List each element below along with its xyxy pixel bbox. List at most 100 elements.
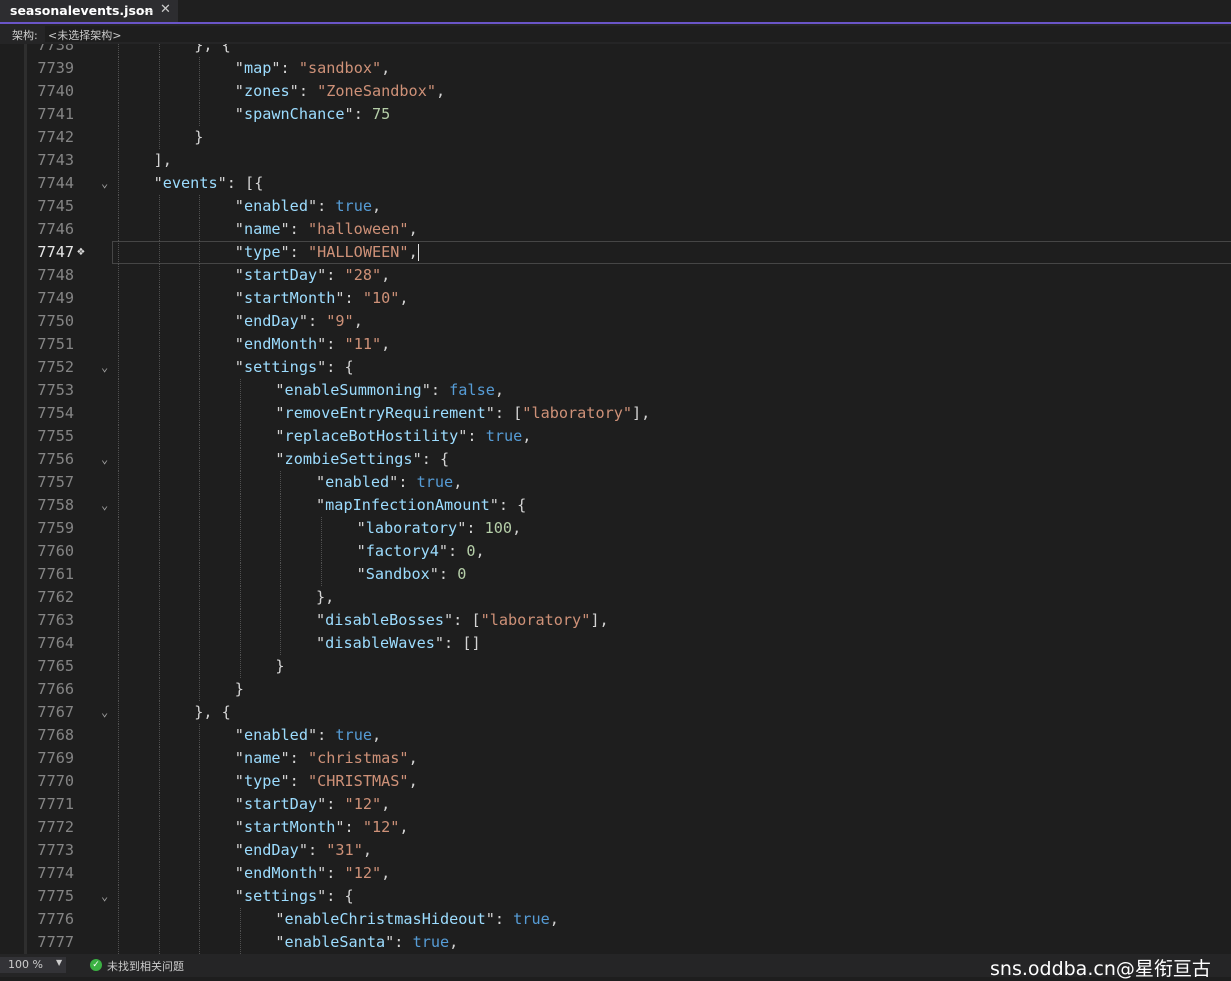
code-line[interactable]: 7775 ⌄ "settings": {	[0, 885, 1231, 908]
code-token: "	[234, 220, 244, 238]
code-line[interactable]: 7746 "name": "halloween",	[0, 218, 1231, 241]
line-number: 7751	[37, 335, 74, 353]
code-line[interactable]: 7756 ⌄ "zombieSettings": {	[0, 448, 1231, 471]
code-token: "laboratory"	[522, 404, 633, 422]
code-text: "spawnChance": 75	[235, 103, 390, 126]
code-line[interactable]: 7752 ⌄ "settings": {	[0, 356, 1231, 379]
code-token: "	[275, 381, 285, 399]
code-line[interactable]: 7766}	[0, 678, 1231, 701]
code-editor[interactable]: 7738}, {7739 "map": "sandbox", 7740 "zones"…	[0, 44, 1231, 954]
line-number: 7744	[37, 174, 74, 192]
check-circle-icon[interactable]: ✓	[90, 959, 102, 971]
pin-icon[interactable]: ⊸	[144, 5, 153, 18]
code-token: ":	[280, 243, 308, 261]
code-line[interactable]: 7771 "startDay": "12",	[0, 793, 1231, 816]
code-token: }	[234, 680, 244, 698]
fold-chevron-icon[interactable]: ⌄	[101, 701, 108, 724]
line-number: 7754	[37, 404, 74, 422]
code-token: true	[412, 933, 450, 951]
code-line[interactable]: 7739 "map": "sandbox",	[0, 57, 1231, 80]
code-token: "	[234, 726, 244, 744]
lightbulb-icon[interactable]: ❖	[77, 240, 85, 263]
code-line[interactable]: 7769 "name": "christmas",	[0, 747, 1231, 770]
code-token: "	[234, 818, 244, 836]
code-token: "	[275, 404, 285, 422]
indent-guide	[199, 333, 201, 356]
code-line[interactable]: 7758 ⌄ "mapInfectionAmount": {	[0, 494, 1231, 517]
code-text: "startDay": "28",	[235, 264, 390, 287]
fold-chevron-icon[interactable]: ⌄	[101, 356, 108, 379]
code-line[interactable]: 7750 "endDay": "9",	[0, 310, 1231, 333]
code-line[interactable]: 7762},	[0, 586, 1231, 609]
indent-guide	[199, 471, 201, 494]
line-number: 7763	[37, 611, 74, 629]
code-token: ,	[512, 519, 522, 537]
code-line[interactable]: 7740 "zones": "ZoneSandbox",	[0, 80, 1231, 103]
code-line[interactable]: 7757 "enabled": true,	[0, 471, 1231, 494]
code-token: ],	[590, 611, 609, 629]
code-line[interactable]: 7744 ⌄ "events": [{	[0, 172, 1231, 195]
code-line[interactable]: 7765}	[0, 655, 1231, 678]
indent-guide	[118, 586, 119, 609]
code-line[interactable]: 7770 "type": "CHRISTMAS",	[0, 770, 1231, 793]
fold-chevron-icon[interactable]: ⌄	[101, 172, 108, 195]
code-token: ,	[549, 910, 559, 928]
indent-guide	[158, 402, 160, 425]
code-line[interactable]: 7741 "spawnChance": 75	[0, 103, 1231, 126]
line-number: 7741	[37, 105, 74, 123]
code-line[interactable]: 7751 "endMonth": "11",	[0, 333, 1231, 356]
code-token: "laboratory"	[480, 611, 591, 629]
code-line[interactable]: 7748 "startDay": "28",	[0, 264, 1231, 287]
current-code-line[interactable]: 7747 ❖ "type": "HALLOWEEN",	[0, 241, 1231, 264]
line-number: 7773	[37, 841, 74, 859]
code-line[interactable]: 7764 "disableWaves": []	[0, 632, 1231, 655]
indent-guide	[118, 195, 119, 218]
indent-guide	[158, 287, 160, 310]
tab-seasonalevents-json[interactable]: seasonalevents.json ⊸ ✕	[0, 0, 178, 22]
code-token: ,	[408, 220, 418, 238]
code-text: "name": "christmas",	[235, 747, 418, 770]
schema-value: <未选择架构>	[48, 29, 122, 42]
code-line[interactable]: 7743],	[0, 149, 1231, 172]
line-number: 7740	[37, 82, 74, 100]
indent-guide	[199, 885, 201, 908]
zoom-dropdown[interactable]: 100 % ▼	[0, 957, 66, 973]
code-token: ": []	[434, 634, 481, 652]
code-line[interactable]: 7760 "factory4": 0,	[0, 540, 1231, 563]
code-line[interactable]: 7777 "enableSanta": true,	[0, 931, 1231, 954]
code-line[interactable]: 7761 "Sandbox": 0	[0, 563, 1231, 586]
code-token: settings	[243, 887, 318, 905]
code-line[interactable]: 7774 "endMonth": "12",	[0, 862, 1231, 885]
fold-chevron-icon[interactable]: ⌄	[101, 494, 108, 517]
schema-dropdown[interactable]: <未选择架构>	[45, 26, 1231, 42]
code-line[interactable]: 7755 "replaceBotHostility": true,	[0, 425, 1231, 448]
code-line[interactable]: 7763 "disableBosses": ["laboratory"],	[0, 609, 1231, 632]
fold-chevron-icon[interactable]: ⌄	[101, 448, 108, 471]
code-token: ":	[317, 795, 345, 813]
code-token: },	[316, 588, 335, 606]
line-number: 7758	[37, 496, 74, 514]
code-line[interactable]: 7776 "enableChristmasHideout": true,	[0, 908, 1231, 931]
indent-guide	[118, 264, 119, 287]
indent-guide	[199, 218, 201, 241]
code-line[interactable]: 7773 "endDay": "31",	[0, 839, 1231, 862]
code-line[interactable]: 7753 "enableSummoning": false,	[0, 379, 1231, 402]
code-line[interactable]: 7738}, {	[0, 44, 1231, 57]
close-icon[interactable]: ✕	[160, 2, 171, 17]
code-text: "map": "sandbox",	[235, 57, 390, 80]
code-line[interactable]: 7772 "startMonth": "12",	[0, 816, 1231, 839]
code-text: "enableSanta": true,	[275, 931, 458, 954]
code-line[interactable]: 7745 "enabled": true,	[0, 195, 1231, 218]
code-line[interactable]: 7768 "enabled": true,	[0, 724, 1231, 747]
line-number: 7756	[37, 450, 74, 468]
indent-guide	[199, 494, 201, 517]
code-line[interactable]: 7759 "laboratory": 100,	[0, 517, 1231, 540]
indent-guide	[158, 632, 160, 655]
code-line[interactable]: 7742}	[0, 126, 1231, 149]
indent-guide	[239, 494, 241, 517]
code-line[interactable]: 7749 "startMonth": "10",	[0, 287, 1231, 310]
issues-status[interactable]: 未找到相关问题	[107, 958, 184, 974]
code-line[interactable]: 7767 ⌄}, {	[0, 701, 1231, 724]
fold-chevron-icon[interactable]: ⌄	[101, 885, 108, 908]
code-line[interactable]: 7754 "removeEntryRequirement": ["laborato…	[0, 402, 1231, 425]
